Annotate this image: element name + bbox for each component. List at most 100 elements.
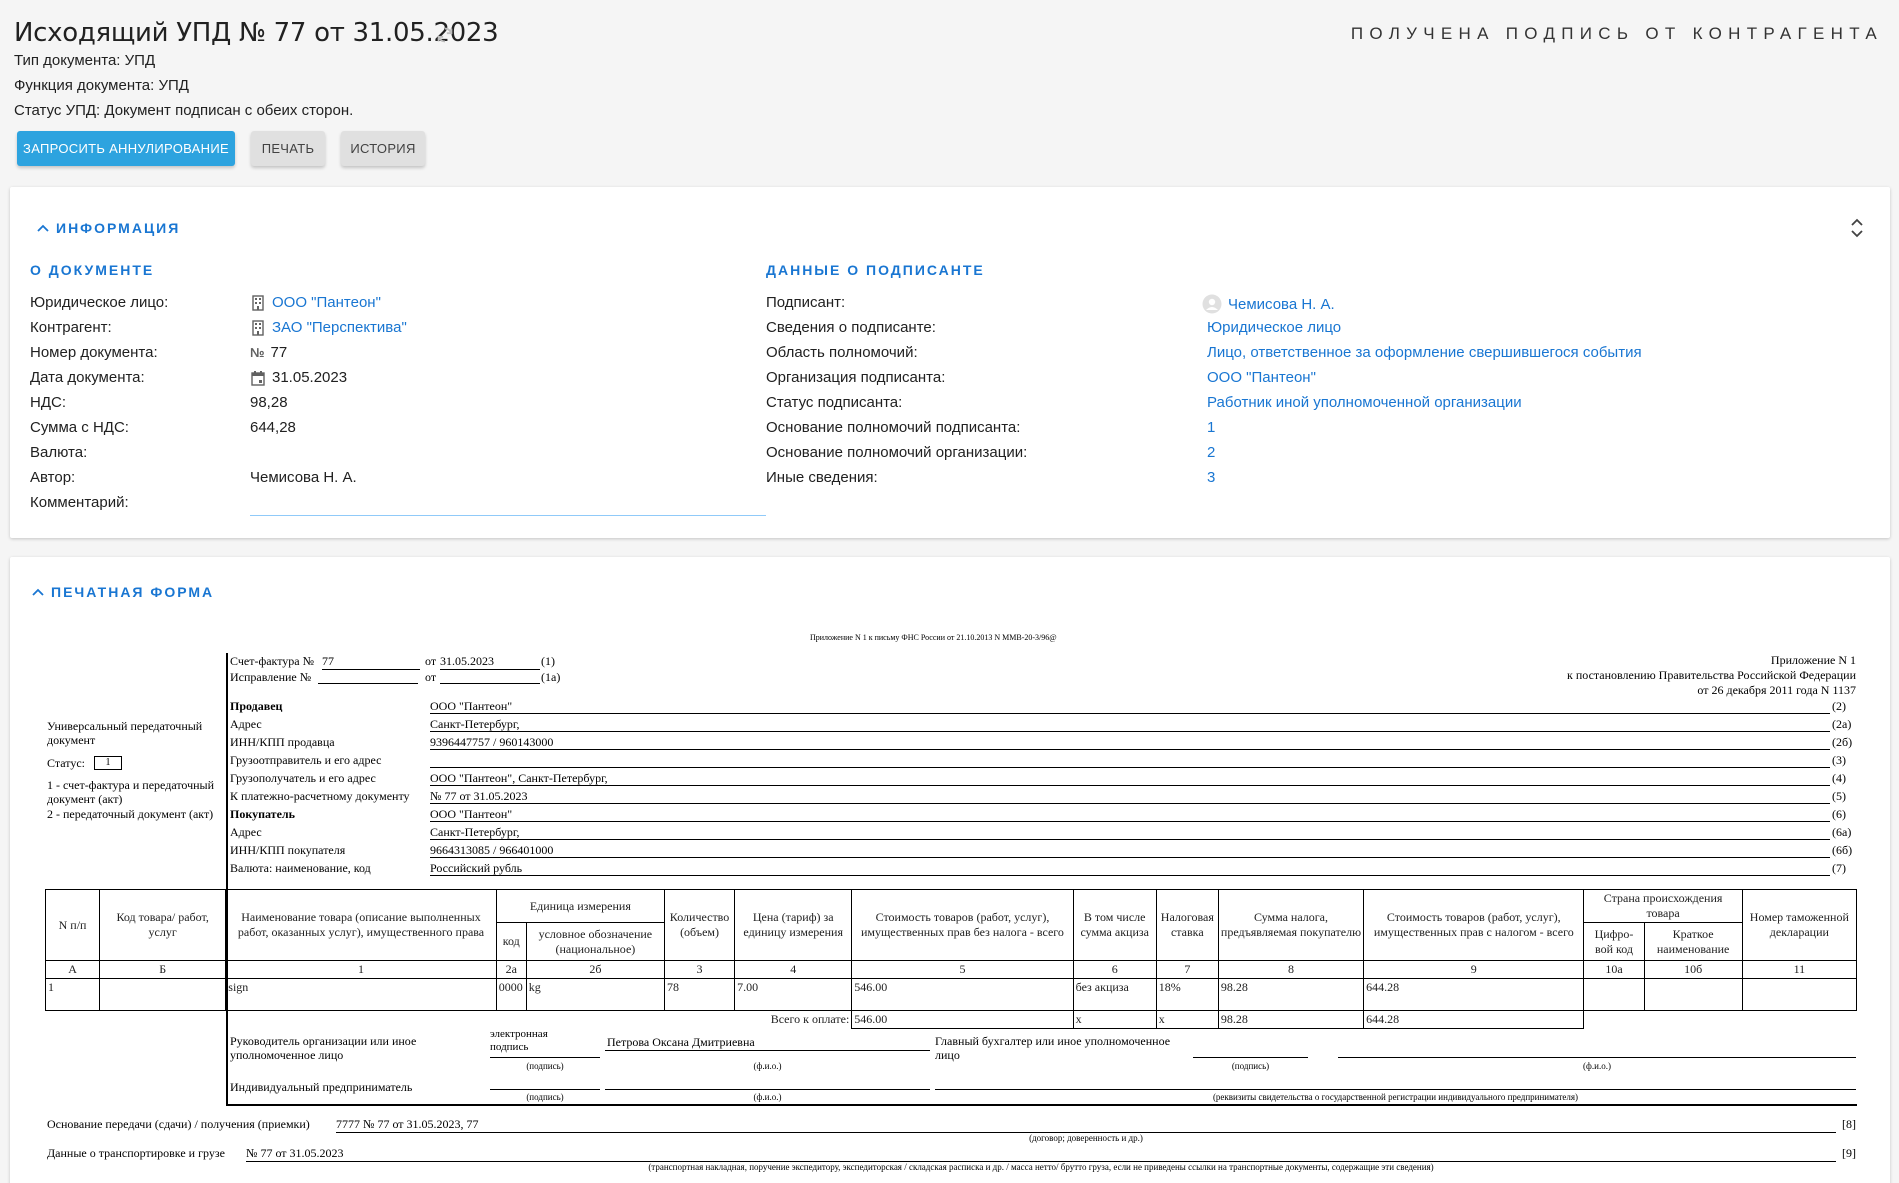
signer-basis-label: Основание полномочий подписанта:	[766, 419, 1021, 436]
currency-label: Валюта:	[30, 444, 88, 461]
signer-org-value[interactable]: ООО "Пантеон"	[1207, 369, 1316, 386]
cell-customs	[1741, 978, 1858, 1011]
cell-cc	[1583, 978, 1645, 1011]
th-tax: Сумма налога, предъявляемая покупателю	[1217, 889, 1365, 961]
th-rate: Налоговая ставка	[1155, 889, 1219, 961]
doc-type: Тип документа: УПД	[14, 52, 156, 69]
col-number: 10б	[1643, 960, 1743, 979]
appendix-line3: от 26 декабря 2011 года N 1137	[1697, 683, 1856, 697]
transport-value: № 77 от 31.05.2023	[246, 1146, 1836, 1162]
table-row: 1 sign 0000 kg 78 7.00 546.00 без акциза 18% 98.2…	[44, 978, 1858, 1011]
field-code: (2а)	[1832, 717, 1852, 731]
print-form-title[interactable]: ПЕЧАТНАЯ ФОРМА	[51, 584, 214, 600]
total-total: 644.28	[1363, 1010, 1585, 1029]
head-sign-line	[490, 1057, 600, 1058]
ent-fio-sub: (ф.и.о.)	[753, 1092, 782, 1102]
cell-unit-code: 0000	[495, 978, 527, 1011]
vat-label: НДС:	[30, 394, 66, 411]
appendix-line2: к постановлению Правительства Российской…	[1567, 668, 1856, 682]
total-label: Всего к оплате:	[45, 1010, 853, 1029]
appendix-line1: Приложение N 1	[1770, 653, 1856, 667]
col-number: Б	[99, 960, 227, 979]
doc-number-value: № 77	[250, 344, 287, 361]
field-code: (6а)	[1832, 825, 1852, 839]
ent-req-sub: (реквизиты свидетельства о государственн…	[1212, 1092, 1579, 1102]
th-country-name: Краткое наименование	[1643, 922, 1743, 961]
field-label: Адрес	[230, 825, 262, 839]
total-tax: 98.28	[1217, 1010, 1365, 1029]
field-value: Санкт-Петербург,	[430, 717, 1830, 732]
field-code: (6б)	[1832, 843, 1853, 857]
counterparty-value[interactable]: ЗАО "Перспектива"	[250, 319, 407, 336]
doc-section-title: О ДОКУМЕНТЕ	[30, 262, 155, 278]
cell-np: 1	[44, 978, 101, 1011]
signer-status-label: Статус подписанта:	[766, 394, 903, 411]
history-button[interactable]: ИСТОРИЯ	[341, 131, 425, 166]
invoice-label: Счет-фактура №	[230, 654, 315, 668]
refresh-icon[interactable]	[434, 24, 456, 46]
org-basis-value[interactable]: 2	[1207, 444, 1215, 461]
legal-entity-value[interactable]: ООО "Пантеон"	[250, 294, 381, 311]
transport-code: [9]	[1842, 1146, 1856, 1160]
signer-org-label: Организация подписанта:	[766, 369, 946, 386]
signer-label: Подписант:	[766, 294, 846, 311]
field-code: (2б)	[1832, 735, 1853, 749]
comment-label: Комментарий:	[30, 494, 129, 511]
signer-info-value[interactable]: Юридическое лицо	[1207, 319, 1341, 336]
invoice-number: 77	[322, 654, 420, 670]
field-value: Российский рубль	[430, 861, 1830, 876]
chevron-up-icon[interactable]	[36, 223, 50, 233]
print-button[interactable]: ПЕЧАТЬ	[251, 131, 325, 166]
calendar-icon	[251, 370, 265, 386]
col-number: 8	[1217, 960, 1365, 979]
field-value: № 77 от 31.05.2023	[430, 789, 1830, 804]
code-1a: (1а)	[541, 670, 561, 684]
field-label: Грузоотправитель и его адрес	[230, 753, 382, 767]
request-cancel-button[interactable]: ЗАПРОСИТЬ АННУЛИРОВАНИЕ	[17, 131, 235, 166]
legal-entity-link[interactable]: ООО "Пантеон"	[272, 294, 381, 311]
field-label: Грузополучатель и его адрес	[230, 771, 376, 785]
status-label: Статус:	[47, 756, 85, 770]
status-value: 1	[94, 756, 122, 770]
chief-sign-sub: (подпись)	[1231, 1061, 1270, 1071]
invoice-from: от	[425, 654, 437, 668]
basis-sub: (договор; доверенность и др.)	[1029, 1133, 1143, 1143]
info-card: ИНФОРМАЦИЯ О ДОКУМЕНТЕ ДАННЫЕ О ПОДПИСАН…	[10, 187, 1890, 538]
other-info-value[interactable]: 3	[1207, 469, 1215, 486]
total-cost: 546.00	[851, 1010, 1074, 1029]
th-unit: Единица измерения	[495, 889, 665, 923]
basis-label: Основание передачи (сдачи) / получения (…	[47, 1117, 310, 1131]
chief-fio-line	[1338, 1057, 1856, 1058]
field-value: Санкт-Петербург,	[430, 825, 1830, 840]
signer-link[interactable]: Чемисова Н. А.	[1228, 296, 1335, 313]
cell-cn	[1643, 978, 1743, 1011]
col-number: 5	[851, 960, 1074, 979]
page-title: Исходящий УПД № 77 от 31.05.2023	[14, 18, 499, 48]
counterparty-link[interactable]: ЗАО "Перспектива"	[272, 319, 407, 336]
field-value: 9396447757 / 960143000	[430, 735, 1830, 750]
ent-sign-sub: (подпись)	[526, 1092, 564, 1102]
signer-value[interactable]: Чемисова Н. А.	[1202, 294, 1335, 314]
th-unit-code: код	[495, 922, 527, 961]
chevron-up-icon[interactable]	[31, 587, 45, 597]
doc-date-text: 31.05.2023	[272, 369, 348, 386]
col-number: 10а	[1583, 960, 1645, 979]
comment-field[interactable]	[250, 489, 766, 516]
authority-area-value[interactable]: Лицо, ответственное за оформление сверши…	[1207, 344, 1642, 361]
doc-number-label: Номер документа:	[30, 344, 158, 361]
field-label: Валюта: наименование, код	[230, 861, 371, 875]
code-1: (1)	[541, 654, 555, 668]
head-fio-sub: (ф.и.о.)	[753, 1061, 782, 1071]
status-note2: 2 - передаточный документ (акт)	[47, 807, 214, 821]
expand-collapse-icon[interactable]	[1850, 217, 1864, 239]
th-customs: Номер таможенной декларации	[1741, 889, 1858, 961]
correction-from: от	[425, 670, 437, 684]
signer-status-value[interactable]: Работник иной уполномоченной организации	[1207, 394, 1522, 411]
cell-price: 7.00	[734, 978, 853, 1011]
field-code: (3)	[1832, 753, 1846, 767]
info-title[interactable]: ИНФОРМАЦИЯ	[56, 220, 180, 236]
signer-basis-value[interactable]: 1	[1207, 419, 1215, 436]
items-table: N п/п Код товара/ работ, услуг Наименова…	[44, 889, 1858, 1029]
th-country-code: Цифро-вой код	[1583, 922, 1645, 961]
sign-bottom-rule	[226, 1104, 1857, 1106]
